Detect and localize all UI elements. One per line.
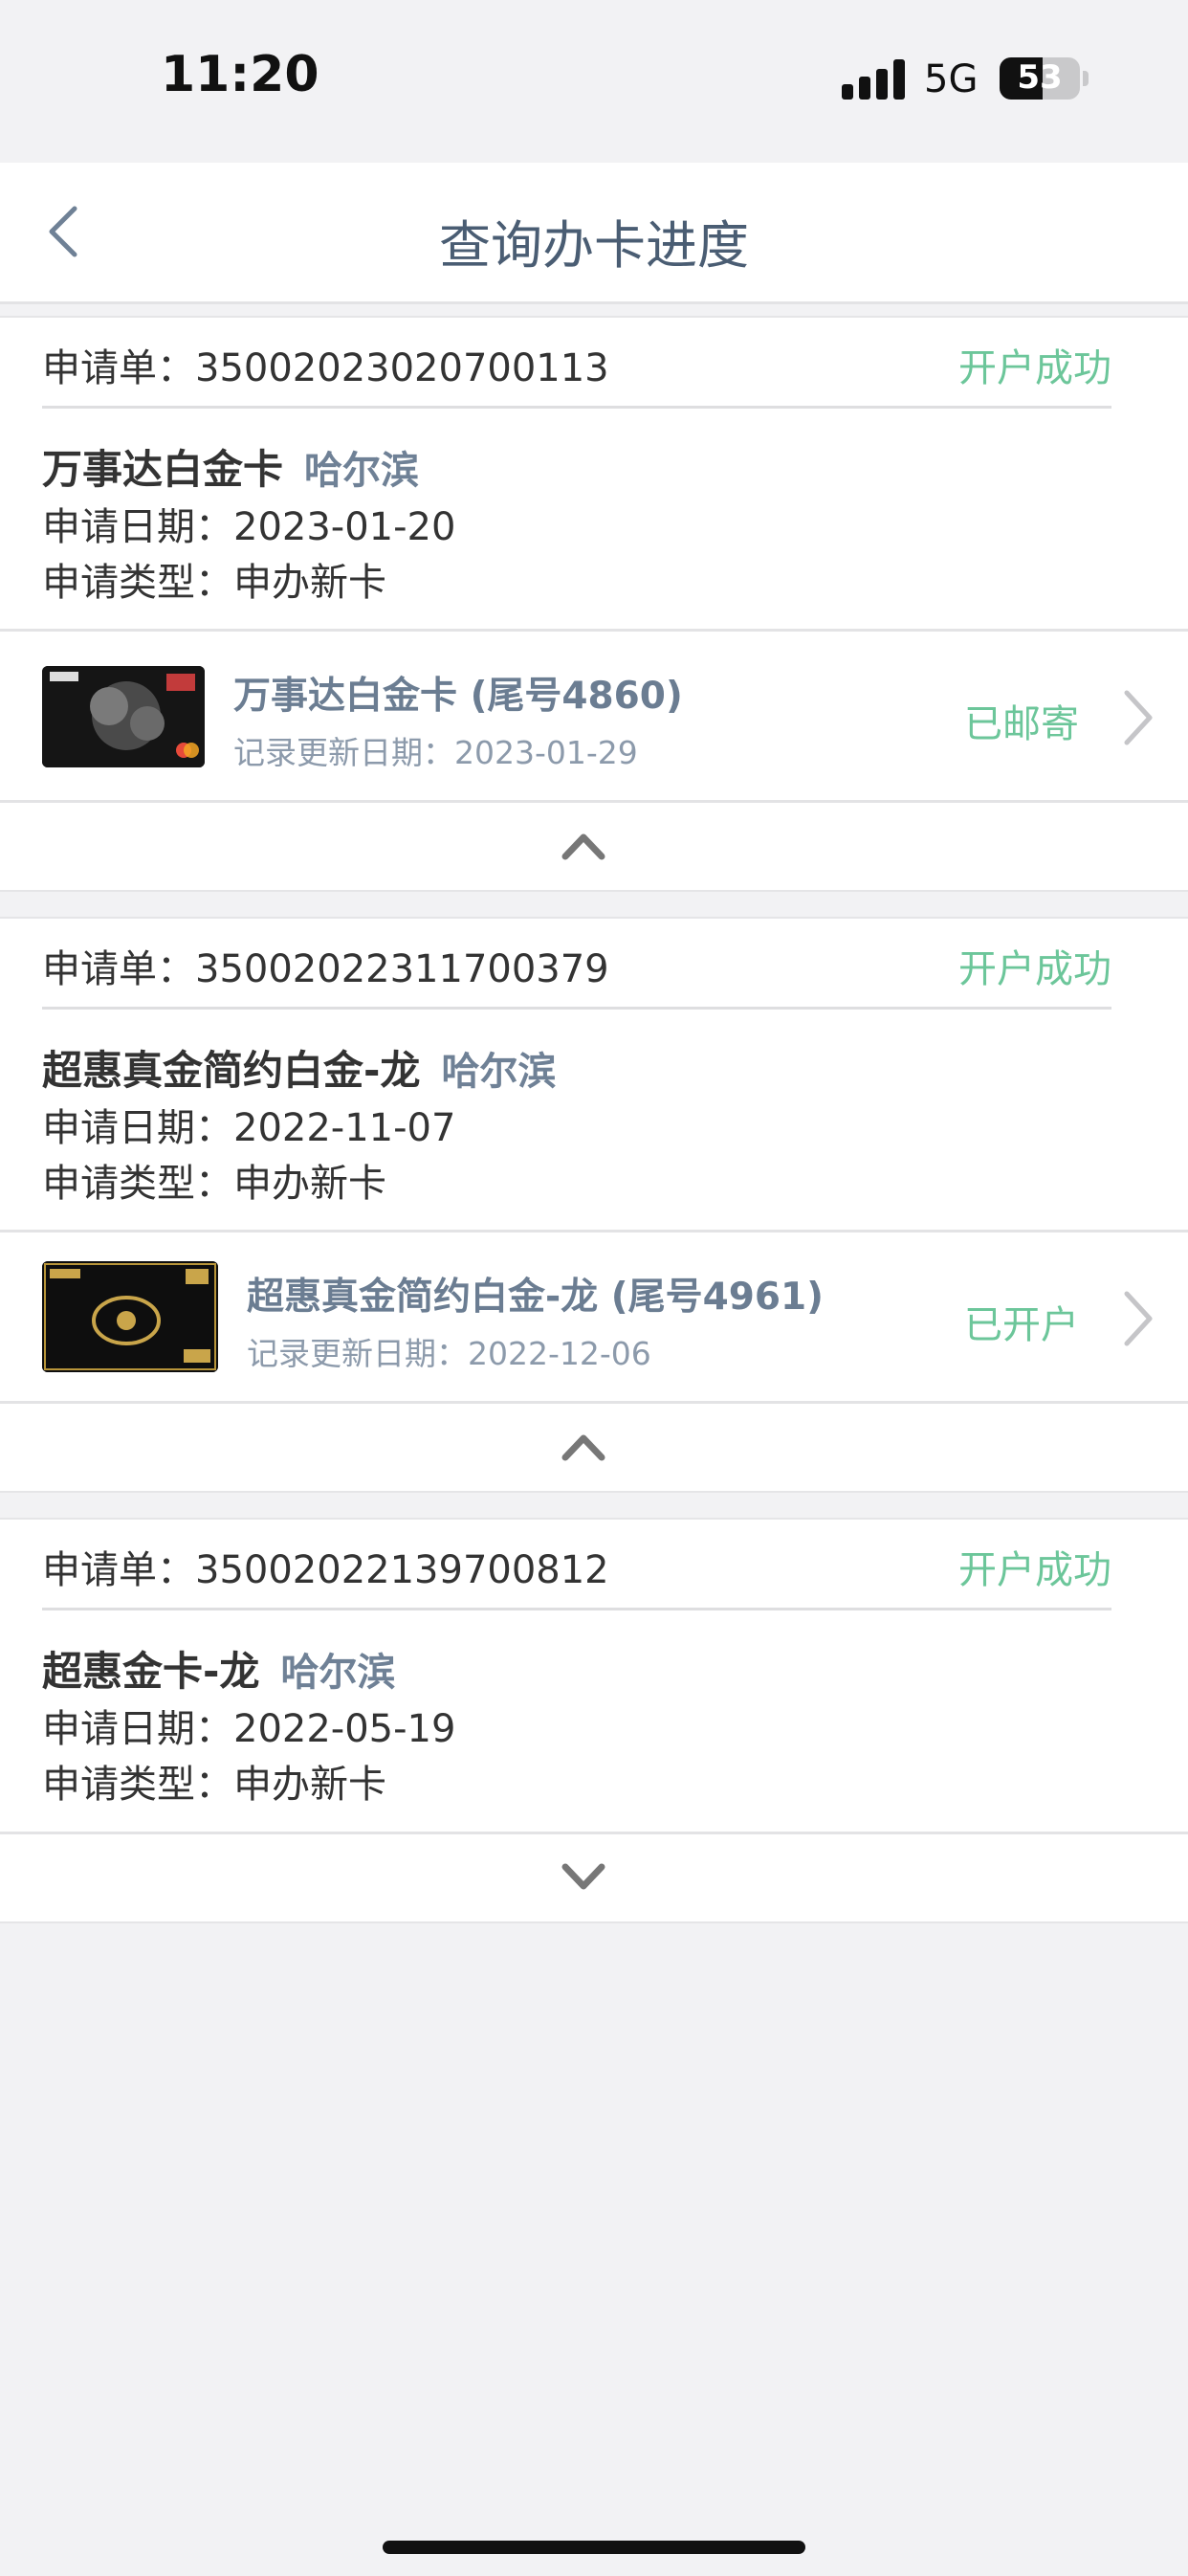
card-product-title: 万事达白金卡 哈尔滨 [42, 437, 419, 496]
issued-card-status: 已邮寄 [964, 702, 1079, 746]
issued-card-name: 万事达白金卡 (尾号4860) [233, 675, 683, 718]
application-type: 申请类型：申办新卡 [42, 1763, 386, 1807]
issued-card-name: 超惠真金简约白金-龙 (尾号4961) [247, 1276, 824, 1319]
battery-tip [1083, 71, 1089, 86]
network-type: 5G [924, 57, 979, 101]
record-update-date: 记录更新日期：2023-01-29 [233, 734, 638, 771]
chevron-up-icon [561, 1434, 605, 1461]
card-city: 哈尔滨 [304, 449, 420, 493]
card-product-title: 超惠金卡-龙 哈尔滨 [42, 1639, 395, 1698]
chevron-right-icon [1124, 690, 1153, 745]
battery-level: 53 [1017, 58, 1063, 97]
status-time: 11:20 [161, 46, 319, 103]
expand-button[interactable] [0, 1834, 1188, 1920]
application-status: 开户成功 [958, 947, 1111, 991]
application-type: 申请类型：申办新卡 [42, 561, 386, 605]
collapse-button[interactable] [0, 803, 1188, 888]
card-city: 哈尔滨 [280, 1651, 396, 1695]
battery-icon: 53 [1000, 57, 1080, 100]
chevron-up-icon [561, 833, 605, 860]
application-header: 申请单：35002023020700113 开户成功 [42, 318, 1111, 409]
application-header: 申请单：35002022139700812 开户成功 [42, 1520, 1111, 1610]
status-bar: 11:20 5G 53 [0, 0, 1188, 163]
application-date: 申请日期：2022-05-19 [42, 1707, 456, 1751]
record-update-date: 记录更新日期：2022-12-06 [247, 1335, 651, 1372]
chevron-right-icon [1124, 1291, 1153, 1346]
application-card: 申请单：35002022311700379 开户成功 超惠真金简约白金-龙 哈尔滨… [0, 917, 1188, 1493]
card-thumbnail [42, 666, 205, 767]
application-date: 申请日期：2022-11-07 [42, 1106, 456, 1150]
application-type: 申请类型：申办新卡 [42, 1162, 386, 1206]
signal-icon [842, 59, 909, 100]
application-date: 申请日期：2023-01-20 [42, 505, 456, 549]
card-product-title: 超惠真金简约白金-龙 哈尔滨 [42, 1038, 556, 1097]
card-product-name: 超惠金卡-龙 [42, 1648, 260, 1695]
application-card: 申请单：35002022139700812 开户成功 超惠金卡-龙 哈尔滨 申请日… [0, 1518, 1188, 1923]
application-status: 开户成功 [958, 1548, 1111, 1592]
collapse-button[interactable] [0, 1404, 1188, 1489]
card-product-name: 万事达白金卡 [42, 446, 284, 493]
card-city: 哈尔滨 [441, 1050, 557, 1094]
application-number: 申请单：35002023020700113 [42, 346, 609, 390]
home-indicator[interactable] [383, 2541, 805, 2554]
page-title: 查询办卡进度 [439, 215, 749, 276]
card-product-name: 超惠真金简约白金-龙 [42, 1047, 421, 1094]
navigation-bar: 查询办卡进度 [0, 163, 1188, 304]
issued-card-row[interactable]: 万事达白金卡 (尾号4860) 记录更新日期：2023-01-29 已邮寄 [0, 632, 1188, 800]
application-card: 申请单：35002023020700113 开户成功 万事达白金卡 哈尔滨 申请日… [0, 316, 1188, 892]
issued-card-status: 已开户 [964, 1303, 1079, 1347]
application-number: 申请单：35002022311700379 [42, 947, 609, 991]
issued-card-row[interactable]: 超惠真金简约白金-龙 (尾号4961) 记录更新日期：2022-12-06 已开… [0, 1232, 1188, 1401]
chevron-down-icon [561, 1863, 605, 1890]
card-thumbnail [42, 1261, 218, 1372]
application-header: 申请单：35002022311700379 开户成功 [42, 919, 1111, 1010]
application-number: 申请单：35002022139700812 [42, 1548, 609, 1592]
application-status: 开户成功 [958, 346, 1111, 390]
